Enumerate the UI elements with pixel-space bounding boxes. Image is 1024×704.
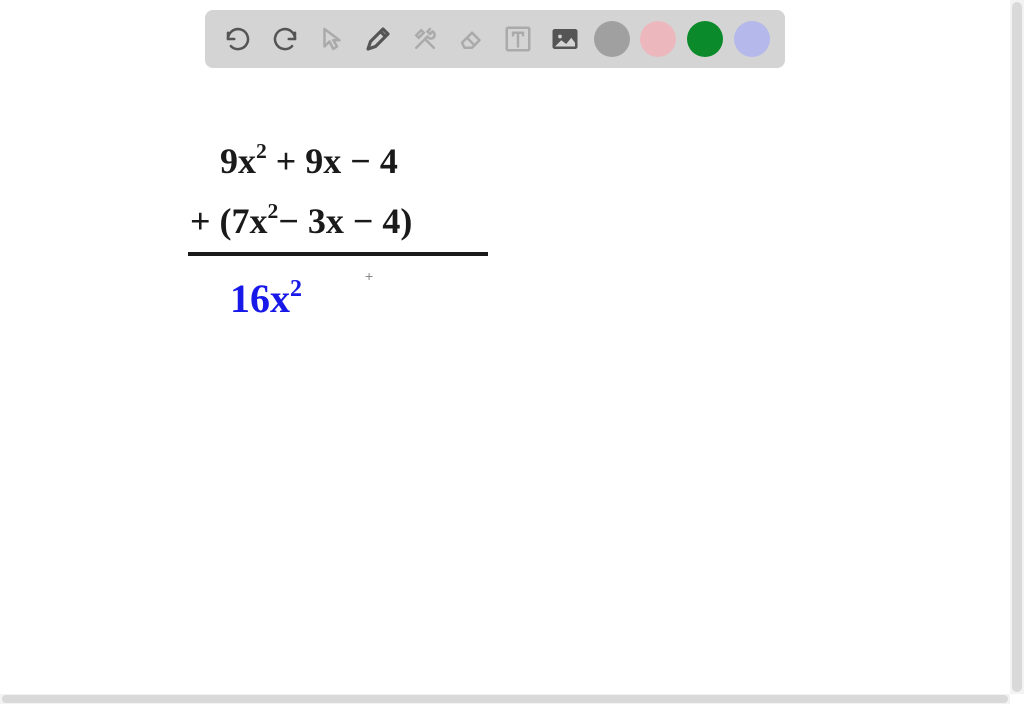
handwritten-divider xyxy=(188,252,488,256)
tools-icon xyxy=(410,24,440,54)
horizontal-scrollbar[interactable] xyxy=(0,694,1010,704)
color-green[interactable] xyxy=(687,21,723,57)
whiteboard-canvas[interactable]: 9x2 + 9x − 4 + (7x2− 3x − 4) 16x2 + xyxy=(0,0,1024,704)
drawing-toolbar xyxy=(205,10,785,68)
color-pink[interactable] xyxy=(640,21,676,57)
undo-icon xyxy=(223,24,253,54)
eraser-button[interactable] xyxy=(454,21,490,57)
text-icon xyxy=(503,24,533,54)
vertical-scrollbar[interactable] xyxy=(1010,0,1024,694)
image-button[interactable] xyxy=(547,21,583,57)
handwritten-expression-1: 9x2 + 9x − 4 xyxy=(220,140,398,182)
pencil-icon xyxy=(363,24,393,54)
redo-icon xyxy=(270,24,300,54)
handwritten-expression-2: + (7x2− 3x − 4) xyxy=(190,200,412,242)
pencil-button[interactable] xyxy=(360,21,396,57)
image-icon xyxy=(550,24,580,54)
horizontal-scrollbar-thumb[interactable] xyxy=(2,695,1008,703)
vertical-scrollbar-thumb[interactable] xyxy=(1012,2,1022,692)
redo-button[interactable] xyxy=(267,21,303,57)
drawing-cursor: + xyxy=(365,268,373,284)
text-button[interactable] xyxy=(500,21,536,57)
color-lavender[interactable] xyxy=(734,21,770,57)
tools-button[interactable] xyxy=(407,21,443,57)
pointer-button[interactable] xyxy=(314,21,350,57)
eraser-icon xyxy=(457,24,487,54)
color-gray[interactable] xyxy=(594,21,630,57)
pointer-icon xyxy=(317,24,347,54)
undo-button[interactable] xyxy=(220,21,256,57)
handwritten-result: 16x2 xyxy=(230,275,302,322)
